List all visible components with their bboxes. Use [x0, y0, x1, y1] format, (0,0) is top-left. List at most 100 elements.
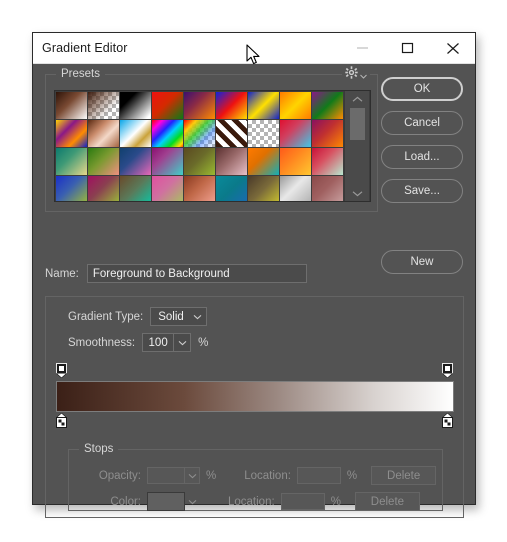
- preset-swatch[interactable]: [152, 120, 183, 147]
- color-label: Color:: [110, 495, 141, 508]
- preset-swatch[interactable]: [184, 176, 215, 201]
- preset-swatch[interactable]: [184, 92, 215, 119]
- presets-menu-button[interactable]: [342, 66, 370, 84]
- delete-color-stop-button: Delete: [354, 492, 420, 511]
- gradient-preview-bar[interactable]: [56, 381, 454, 412]
- ok-button[interactable]: OK: [381, 77, 463, 101]
- chevron-down-icon[interactable]: [173, 334, 190, 351]
- chevron-down-icon: [190, 314, 206, 320]
- location-input-1: [296, 467, 341, 484]
- stops-legend: Stops: [79, 443, 119, 456]
- preset-swatch-grid[interactable]: [55, 91, 344, 201]
- action-button-column: OK Cancel Load... Save... New: [381, 77, 463, 284]
- load-button[interactable]: Load...: [381, 145, 463, 169]
- presets-scrollbar[interactable]: [344, 91, 369, 201]
- preset-swatch[interactable]: [280, 120, 311, 147]
- color-stop-end[interactable]: [441, 412, 454, 428]
- preset-swatch[interactable]: [184, 120, 215, 147]
- preset-swatch[interactable]: [120, 120, 151, 147]
- gear-icon: [345, 66, 358, 84]
- color-stop-row: Color: Location: % Delete: [79, 492, 420, 511]
- minimize-icon: [356, 42, 369, 54]
- location-percent-label-2: %: [330, 495, 341, 508]
- preset-swatch[interactable]: [152, 148, 183, 175]
- mouse-cursor: [246, 44, 261, 71]
- opacity-stop-row: Opacity: % Location: % Delete: [79, 466, 437, 485]
- maximize-icon: [401, 42, 414, 54]
- preset-swatch[interactable]: [248, 92, 279, 119]
- gradient-type-row: Gradient Type: Solid: [68, 307, 207, 326]
- preset-swatch[interactable]: [280, 92, 311, 119]
- chevron-down-icon: [185, 499, 200, 505]
- presets-panel: [54, 90, 371, 202]
- preset-swatch[interactable]: [88, 120, 119, 147]
- preset-swatch[interactable]: [280, 176, 311, 201]
- maximize-button[interactable]: [385, 33, 430, 63]
- smoothness-input[interactable]: 100: [142, 333, 192, 352]
- preset-swatch[interactable]: [216, 92, 247, 119]
- name-row: Name: Foreground to Background: [45, 264, 307, 283]
- preset-swatch[interactable]: [152, 92, 183, 119]
- preset-swatch[interactable]: [88, 148, 119, 175]
- preset-swatch[interactable]: [312, 92, 343, 119]
- presets-group: Presets: [45, 66, 378, 212]
- close-button[interactable]: [430, 33, 475, 63]
- save-button[interactable]: Save...: [381, 179, 463, 203]
- location-input-2: [280, 493, 325, 510]
- location-label-1: Location:: [244, 469, 291, 482]
- mouse-pointer-icon: [246, 44, 261, 70]
- chevron-down-icon: [185, 467, 200, 484]
- stops-group: Stops Opacity: % Location: % Delete Colo…: [68, 443, 443, 511]
- minimize-button[interactable]: [340, 33, 385, 63]
- preset-swatch[interactable]: [120, 92, 151, 119]
- opacity-stop-end[interactable]: [441, 363, 454, 379]
- scroll-down-button[interactable]: [345, 185, 369, 201]
- preset-swatch[interactable]: [312, 148, 343, 175]
- new-button[interactable]: New: [381, 250, 463, 274]
- preset-swatch[interactable]: [88, 176, 119, 201]
- smoothness-value: 100: [148, 336, 168, 349]
- preset-swatch[interactable]: [120, 176, 151, 201]
- smoothness-percent-label: %: [198, 336, 209, 349]
- gradient-settings-group: Gradient Type: Solid Smoothness: 100 % S…: [45, 296, 464, 518]
- color-swatch-button: [147, 492, 185, 511]
- preset-swatch[interactable]: [56, 92, 87, 119]
- chevron-down-icon: [352, 184, 363, 202]
- opacity-stop-start[interactable]: [55, 363, 68, 379]
- opacity-label: Opacity:: [98, 469, 141, 482]
- cancel-button[interactable]: Cancel: [381, 111, 463, 135]
- page-background: Gradient Editor Presets OK Cancel Load..…: [0, 0, 507, 542]
- preset-swatch[interactable]: [312, 176, 343, 201]
- preset-swatch[interactable]: [152, 176, 183, 201]
- smoothness-label: Smoothness:: [68, 336, 136, 349]
- preset-swatch[interactable]: [56, 176, 87, 201]
- preset-swatch[interactable]: [120, 148, 151, 175]
- preset-swatch[interactable]: [216, 148, 247, 175]
- scroll-up-button[interactable]: [345, 91, 369, 107]
- preset-swatch[interactable]: [248, 176, 279, 201]
- presets-legend: Presets: [56, 68, 105, 81]
- opacity-percent-label: %: [206, 469, 217, 482]
- location-label-2: Location:: [228, 495, 275, 508]
- name-input[interactable]: Foreground to Background: [86, 264, 307, 283]
- preset-swatch[interactable]: [216, 120, 247, 147]
- color-stop-start[interactable]: [55, 412, 68, 428]
- preset-swatch[interactable]: [56, 148, 87, 175]
- gradient-type-label: Gradient Type:: [68, 310, 144, 323]
- preset-swatch[interactable]: [184, 148, 215, 175]
- opacity-input: [147, 467, 185, 484]
- preset-swatch[interactable]: [216, 176, 247, 201]
- preset-swatch[interactable]: [56, 120, 87, 147]
- name-label: Name:: [45, 267, 79, 280]
- delete-opacity-stop-button: Delete: [371, 466, 437, 485]
- preset-swatch[interactable]: [248, 120, 279, 147]
- gradient-editor-dialog: Gradient Editor Presets OK Cancel Load..…: [32, 32, 476, 518]
- chevron-down-icon: [360, 66, 367, 84]
- preset-swatch[interactable]: [312, 120, 343, 147]
- gradient-strip-area: [55, 359, 454, 433]
- preset-swatch[interactable]: [280, 148, 311, 175]
- scrollbar-thumb[interactable]: [350, 108, 365, 140]
- preset-swatch[interactable]: [248, 148, 279, 175]
- preset-swatch[interactable]: [88, 92, 119, 119]
- gradient-type-select[interactable]: Solid: [150, 307, 207, 326]
